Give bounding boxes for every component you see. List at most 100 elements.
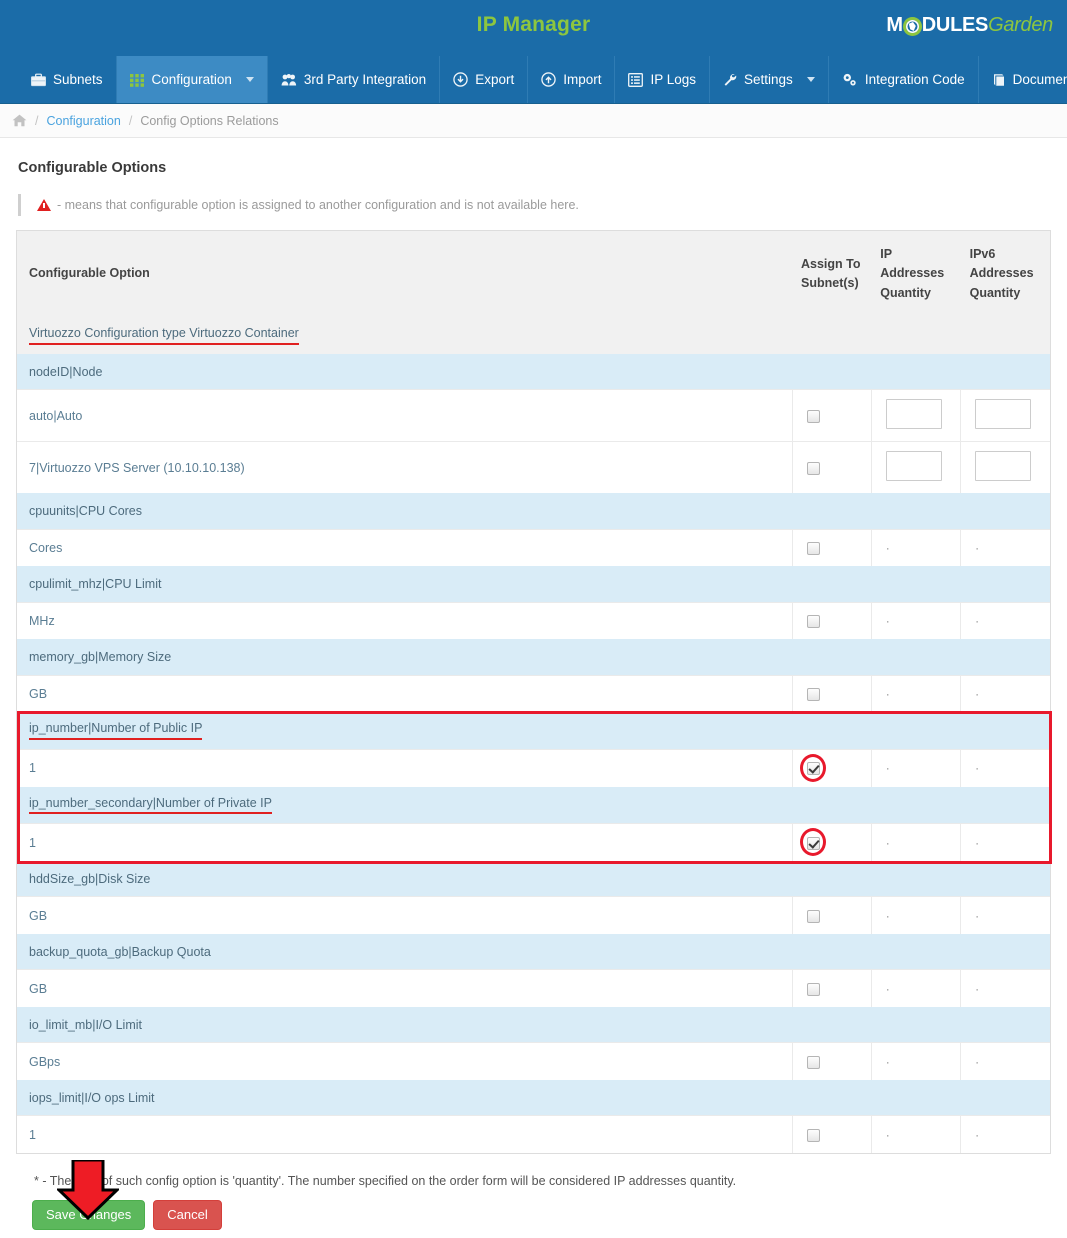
group-label-cell: ip_number_secondary|Number of Private IP xyxy=(17,786,1050,824)
ipv6-quantity-cell: · xyxy=(960,1042,1050,1080)
nav-item-subnets[interactable]: Subnets xyxy=(18,56,116,103)
assign-to-subnet-cell[interactable] xyxy=(791,528,872,567)
assign-to-subnet-checkbox[interactable] xyxy=(806,1055,820,1069)
cancel-button[interactable]: Cancel xyxy=(153,1199,222,1231)
group-label: cpulimit_mhz|CPU Limit xyxy=(29,577,162,591)
table-group-row: iops_limit|I/O ops Limit xyxy=(17,1079,1050,1116)
ip-quantity-input[interactable] xyxy=(885,451,942,482)
group-label-cell: memory_gb|Memory Size xyxy=(17,639,1050,676)
group-label-cell: cpuunits|CPU Cores xyxy=(17,493,1050,530)
table-group-row: cpulimit_mhz|CPU Limit xyxy=(17,566,1050,603)
briefcase-icon xyxy=(31,73,46,87)
checkbox-wrapper xyxy=(806,1054,820,1069)
ipv6-quantity-cell: · xyxy=(960,749,1050,787)
table-group-row: io_limit_mb|I/O Limit xyxy=(17,1006,1050,1043)
breadcrumb-current: Config Options Relations xyxy=(140,113,279,128)
assign-to-subnet-checkbox[interactable] xyxy=(806,461,820,475)
nav-item-integration-code[interactable]: Integration Code xyxy=(827,56,978,103)
assign-to-subnet-checkbox[interactable] xyxy=(806,688,820,702)
col-header-ipv6-addresses-quantity: IPv6 Addresses Quantity xyxy=(969,246,1034,300)
assign-to-subnet-checkbox[interactable] xyxy=(806,1128,820,1142)
nav-item-export[interactable]: Export xyxy=(439,56,527,103)
quantity-dash: · xyxy=(975,835,980,850)
group-label-cell: backup_quota_gb|Backup Quota xyxy=(17,933,1050,970)
assign-to-subnet-cell[interactable] xyxy=(791,969,872,1007)
table-group-row: memory_gb|Memory Size xyxy=(17,639,1050,676)
group-label-cell: hddSize_gb|Disk Size xyxy=(17,860,1050,897)
assign-to-subnet-cell[interactable] xyxy=(791,601,872,640)
nav-item-configuration[interactable]: Configuration xyxy=(115,56,267,103)
ipv6-quantity-input[interactable] xyxy=(975,399,1032,430)
quantity-dash: · xyxy=(975,541,980,555)
checkbox-wrapper xyxy=(806,1127,820,1142)
ip-quantity-cell: · xyxy=(870,1115,961,1153)
assign-to-subnet-checkbox[interactable] xyxy=(806,836,820,850)
assign-to-subnet-cell[interactable] xyxy=(791,1042,872,1080)
grid-icon xyxy=(129,73,145,87)
assign-to-subnet-cell[interactable] xyxy=(791,389,872,442)
group-label-cell: io_limit_mb|I/O Limit xyxy=(17,1006,1050,1043)
ipv6-quantity-cell: · xyxy=(960,896,1050,934)
quantity-dash: · xyxy=(975,1127,980,1142)
assign-to-subnet-checkbox[interactable] xyxy=(806,409,820,423)
upload-circle-icon xyxy=(541,72,556,87)
assign-to-subnet-cell[interactable] xyxy=(791,674,872,713)
home-icon[interactable] xyxy=(12,114,27,127)
form-actions: Save Changes Cancel xyxy=(32,1199,1051,1231)
assign-to-subnet-cell[interactable] xyxy=(791,896,872,934)
assign-to-subnet-cell[interactable] xyxy=(791,749,872,787)
modulesgarden-logo: M DULES Garden xyxy=(886,14,1053,37)
quantity-dash: · xyxy=(975,981,980,996)
group-label-cell: nodeID|Node xyxy=(17,353,1050,390)
breadcrumb-link-configuration[interactable]: Configuration xyxy=(46,114,120,128)
group-label: backup_quota_gb|Backup Quota xyxy=(29,944,211,959)
ip-quantity-input[interactable] xyxy=(885,399,942,430)
nav-item-ip-logs[interactable]: IP Logs xyxy=(614,56,709,103)
table-row: 1 · · xyxy=(17,1115,1050,1153)
quantity-dash: · xyxy=(885,981,890,996)
chevron-down-icon[interactable] xyxy=(806,77,815,82)
table-row: Cores · · xyxy=(17,528,1050,567)
top-header-bar: IP Manager M DULES Garden xyxy=(0,0,1067,56)
chevron-down-icon[interactable] xyxy=(245,77,254,82)
ipv6-quantity-cell[interactable] xyxy=(960,441,1050,494)
assign-to-subnet-cell[interactable] xyxy=(791,823,872,861)
nav-item-settings[interactable]: Settings xyxy=(709,56,828,103)
gears-icon xyxy=(842,73,858,87)
table-row: GB · · xyxy=(17,896,1050,934)
option-label-cell: GBps xyxy=(17,1042,792,1080)
table-row: MHz · · xyxy=(17,601,1050,640)
nav-item-3rd-party-integration[interactable]: 3rd Party Integration xyxy=(266,56,439,103)
ip-quantity-cell: · xyxy=(870,896,961,934)
ip-quantity-cell[interactable] xyxy=(870,441,961,494)
group-label: ip_number|Number of Public IP xyxy=(29,721,203,740)
configurable-options-table: Configurable Option Assign To Subnet(s) … xyxy=(17,231,1050,1153)
assign-to-subnet-cell[interactable] xyxy=(791,441,872,494)
list-icon xyxy=(628,72,644,87)
option-label-cell: MHz xyxy=(17,601,792,640)
group-label-cell: ip_number|Number of Public IP xyxy=(17,712,1050,750)
quantity-dash: · xyxy=(885,1127,890,1142)
quantity-dash: · xyxy=(975,908,980,923)
option-label-cell: Cores xyxy=(17,528,792,567)
ip-quantity-cell[interactable] xyxy=(870,389,961,442)
logo-text-garden: Garden xyxy=(988,14,1053,36)
assign-to-subnet-checkbox[interactable] xyxy=(806,909,820,923)
quantity-dash: · xyxy=(885,1054,890,1069)
nav-label: Export xyxy=(475,72,515,87)
assign-to-subnet-cell[interactable] xyxy=(791,1115,872,1153)
assign-to-subnet-checkbox[interactable] xyxy=(806,615,820,629)
assign-to-subnet-checkbox[interactable] xyxy=(806,762,820,776)
assign-to-subnet-checkbox[interactable] xyxy=(806,982,820,996)
ipv6-quantity-cell[interactable] xyxy=(960,389,1050,442)
table-row: auto|Auto xyxy=(17,389,1050,442)
ipv6-quantity-input[interactable] xyxy=(975,451,1032,482)
save-changes-button[interactable]: Save Changes xyxy=(32,1199,146,1231)
nav-item-documentation[interactable]: Documentation xyxy=(977,56,1067,103)
assign-to-subnet-checkbox[interactable] xyxy=(806,542,820,556)
nav-item-import[interactable]: Import xyxy=(527,56,614,103)
checkbox-wrapper xyxy=(806,687,820,702)
option-label-cell: GB xyxy=(17,969,792,1007)
option-label-cell: auto|Auto xyxy=(17,389,792,442)
table-body: Virtuozzo Configuration type Virtuozzo C… xyxy=(17,317,1050,1153)
